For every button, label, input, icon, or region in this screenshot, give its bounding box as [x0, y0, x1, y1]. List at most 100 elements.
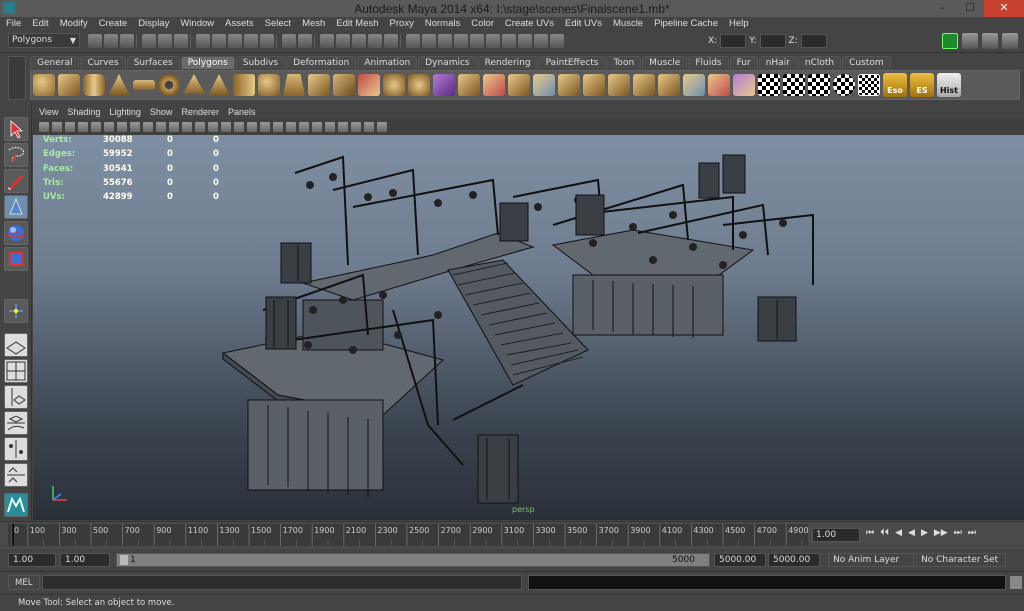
- new-scene-icon[interactable]: [88, 34, 102, 48]
- play-forwards-icon[interactable]: ▶: [921, 528, 928, 538]
- safe-action-icon[interactable]: [182, 122, 192, 132]
- menu-mesh[interactable]: Mesh: [302, 17, 331, 31]
- z-field[interactable]: [800, 34, 827, 48]
- persp-graph-layout-icon[interactable]: [4, 411, 28, 435]
- range-slider[interactable]: 1 5000: [116, 553, 710, 567]
- dope-sheet-icon[interactable]: [518, 34, 532, 48]
- rotate-tool-icon[interactable]: [4, 221, 28, 245]
- uv-texture-editor-icon[interactable]: [858, 74, 880, 96]
- tab-deformation[interactable]: Deformation: [286, 56, 357, 69]
- insert-edge-loop-icon[interactable]: [708, 74, 730, 96]
- gate-mask-icon[interactable]: [156, 122, 166, 132]
- menu-window[interactable]: Window: [180, 17, 220, 31]
- boolean-intersection-icon[interactable]: [458, 74, 480, 96]
- graph-editor-icon[interactable]: [502, 34, 516, 48]
- tab-polygons[interactable]: Polygons: [180, 56, 235, 69]
- menu-edit-mesh[interactable]: Edit Mesh: [336, 17, 384, 31]
- hypershade-layout-icon[interactable]: [4, 437, 28, 461]
- anim-layer-dropdown[interactable]: No Anim Layer: [828, 553, 914, 567]
- tool-settings-icon[interactable]: [454, 34, 468, 48]
- panel-menu-shading[interactable]: Shading: [67, 106, 100, 118]
- create-polygon-icon[interactable]: [658, 74, 680, 96]
- poly-sphere-icon[interactable]: [33, 74, 55, 96]
- menu-select[interactable]: Select: [265, 17, 297, 31]
- bridge-icon[interactable]: [558, 74, 580, 96]
- menu-muscle[interactable]: Muscle: [613, 17, 649, 31]
- image-plane-icon[interactable]: [78, 122, 88, 132]
- panel-menu-show[interactable]: Show: [150, 106, 173, 118]
- character-set-dropdown[interactable]: No Character Set: [916, 553, 1006, 567]
- tab-toon[interactable]: Toon: [606, 56, 642, 69]
- ipr-render-icon[interactable]: [336, 34, 350, 48]
- menu-normals[interactable]: Normals: [425, 17, 466, 31]
- playback-start-field[interactable]: 1.00: [60, 553, 110, 567]
- paint-select-tool-icon[interactable]: [4, 169, 28, 193]
- sculpt-geometry-icon[interactable]: [733, 74, 755, 96]
- grid-icon[interactable]: [117, 122, 127, 132]
- field-chart-icon[interactable]: [169, 122, 179, 132]
- panel-menu-lighting[interactable]: Lighting: [109, 106, 141, 118]
- extract-icon[interactable]: [358, 74, 380, 96]
- poly-pipe-icon[interactable]: [233, 74, 255, 96]
- current-frame-field[interactable]: 1.00: [812, 528, 860, 542]
- hypershade-icon[interactable]: [384, 34, 398, 48]
- boolean-difference-icon[interactable]: [433, 74, 455, 96]
- perspective-viewport[interactable]: Verts: 30088 0 0 Edges: 59952 0 0 Faces: 30541 0…: [33, 135, 1024, 520]
- wireframe-icon[interactable]: [208, 122, 218, 132]
- xray-joints-icon[interactable]: [364, 122, 374, 132]
- multisample-aa-icon[interactable]: [312, 122, 322, 132]
- menu-set-select[interactable]: Polygons ▼: [8, 33, 80, 48]
- go-to-start-icon[interactable]: ⏮: [866, 528, 874, 538]
- tool-settings-toggle-icon[interactable]: [982, 33, 998, 49]
- step-forward-frame-icon[interactable]: ⏭: [954, 528, 962, 538]
- depth-of-field-icon[interactable]: [325, 122, 335, 132]
- resolution-gate-icon[interactable]: [143, 122, 153, 132]
- y-field[interactable]: [759, 34, 786, 48]
- snap-point-icon[interactable]: [228, 34, 242, 48]
- menu-assets[interactable]: Assets: [225, 17, 260, 31]
- poly-pyramid-icon[interactable]: [208, 74, 230, 96]
- menu-modify[interactable]: Modify: [60, 17, 94, 31]
- poly-soccer-ball-icon[interactable]: [283, 74, 305, 96]
- maximize-button[interactable]: ☐: [956, 0, 984, 17]
- mirror-geometry-icon[interactable]: [483, 74, 505, 96]
- poly-helix-icon[interactable]: [258, 74, 280, 96]
- tab-general[interactable]: General: [30, 56, 80, 69]
- spherical-mapping-icon[interactable]: [808, 74, 830, 96]
- attribute-editor-icon[interactable]: [962, 33, 978, 49]
- channel-box-toggle-icon[interactable]: [1002, 33, 1018, 49]
- tab-nhair[interactable]: nHair: [758, 56, 797, 69]
- es-shelf-button[interactable]: ES: [910, 73, 934, 97]
- play-backwards-icon[interactable]: ◀: [908, 528, 915, 538]
- tab-muscle[interactable]: Muscle: [642, 56, 688, 69]
- lasso-tool-icon[interactable]: [4, 143, 28, 167]
- tab-surfaces[interactable]: Surfaces: [126, 56, 180, 69]
- modeling-toolkit-icon[interactable]: [942, 33, 958, 49]
- tab-ncloth[interactable]: nCloth: [797, 56, 842, 69]
- eso-shelf-button[interactable]: Eso: [883, 73, 907, 97]
- select-tool-icon[interactable]: [4, 117, 28, 141]
- shadows-icon[interactable]: [273, 122, 283, 132]
- snap-view-plane-icon[interactable]: [244, 34, 258, 48]
- tab-custom[interactable]: Custom: [842, 56, 891, 69]
- extrude-icon[interactable]: [533, 74, 555, 96]
- panel-menu-view[interactable]: View: [39, 106, 58, 118]
- motion-blur-icon[interactable]: [299, 122, 309, 132]
- single-perspective-layout-icon[interactable]: [4, 333, 28, 357]
- mel-label[interactable]: MEL: [8, 575, 40, 590]
- tab-painteffects[interactable]: PaintEffects: [538, 56, 606, 69]
- menu-create-uvs[interactable]: Create UVs: [505, 17, 560, 31]
- tab-rendering[interactable]: Rendering: [477, 56, 538, 69]
- panel-menu-panels[interactable]: Panels: [228, 106, 256, 118]
- shelf-menu-buttons[interactable]: [8, 56, 26, 100]
- outliner-icon[interactable]: [486, 34, 500, 48]
- construction-icon[interactable]: [298, 34, 312, 48]
- bookmarks-icon[interactable]: [65, 122, 75, 132]
- attribute-icon[interactable]: [438, 34, 452, 48]
- menu-edit[interactable]: Edit: [32, 17, 54, 31]
- scale-tool-icon[interactable]: [4, 247, 28, 271]
- split-polygon-icon[interactable]: [683, 74, 705, 96]
- xray-components-icon[interactable]: [377, 122, 387, 132]
- menu-file[interactable]: File: [6, 17, 27, 31]
- step-back-frame-icon[interactable]: ◀: [895, 528, 902, 538]
